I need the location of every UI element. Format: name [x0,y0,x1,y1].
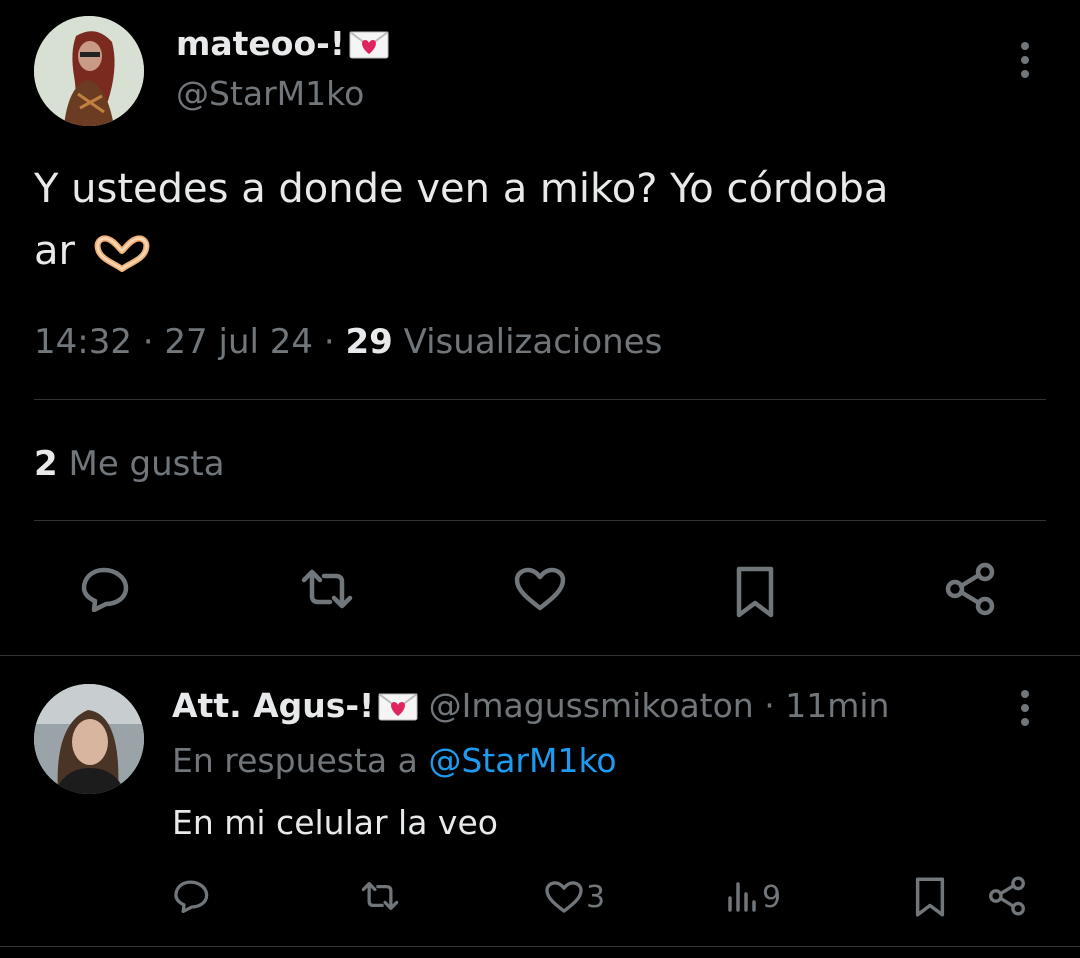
likes-stat[interactable]: 2 Me gusta [34,444,225,484]
reply-like-button[interactable]: 3 [544,876,605,918]
tweet-meta: 14:32 · 27 jul 24 · 29 Visualizaciones [34,322,662,362]
bottom-divider [0,946,1080,947]
reply-context: En respuesta a @StarM1ko [172,741,617,781]
tweet-text-line1: Y ustedes a donde ven a miko? Yo córdoba [34,166,889,212]
reply-avatar[interactable] [34,684,144,794]
meta-separator: · [142,322,154,362]
share-icon [989,876,1025,916]
views-icon [728,882,756,912]
reply-views-count: 9 [762,879,782,915]
bookmark-icon [736,566,774,618]
reply-header: Att. Agus-! @Imagussmikoaton · 11min [172,686,889,726]
envelope-heart-icon [349,28,389,58]
tweet-text-line2-wrap: ar [34,220,1054,282]
bookmark-icon [915,877,945,917]
retweet-icon [301,569,353,609]
avatar-image [34,684,144,794]
divider [34,520,1046,521]
divider [34,399,1046,400]
reply-text: En mi celular la veo [172,803,498,842]
tweet-more-button[interactable] [1010,40,1040,80]
heart-hands-icon [92,229,152,272]
author-avatar[interactable] [34,16,144,126]
reply-views-button[interactable]: 9 [726,876,781,918]
retweet-icon [361,882,399,910]
reply-retweet-button[interactable] [358,876,402,916]
reply-time[interactable]: 11min [785,686,889,725]
reply-to-link[interactable]: @StarM1ko [428,741,616,780]
share-icon [945,562,995,616]
tweet-date[interactable]: 27 jul 24 [164,322,313,362]
reply-bookmark-button[interactable] [910,874,950,920]
reply-more-button[interactable] [1010,688,1040,728]
author-handle[interactable]: @StarM1ko [176,74,364,114]
reply-share-button[interactable] [986,874,1028,918]
bookmark-button[interactable] [730,564,780,620]
reply-reply-button[interactable] [172,874,212,918]
reply-icon [174,880,209,913]
reply-icon [81,567,129,612]
section-divider [0,655,1080,656]
like-icon [514,567,566,611]
more-icon [1021,690,1029,726]
likes-label: Me gusta [68,444,225,484]
more-icon [1021,42,1029,78]
like-icon [545,881,583,913]
meta-separator: · [323,322,335,362]
views-count: 29 [345,322,393,362]
reply-author-name[interactable]: Att. Agus-! [172,686,374,725]
share-button[interactable] [942,562,998,616]
avatar-image [34,16,144,126]
reply-like-count: 3 [586,879,606,915]
reply-prefix: En respuesta a [172,741,418,780]
reply-separator: · [764,686,775,725]
tweet-text: Y ustedes a donde ven a miko? Yo córdoba… [34,158,1054,282]
views-label: Visualizaciones [403,322,663,362]
tweet-text-line2: ar [34,228,75,274]
reply-button[interactable] [76,564,136,614]
retweet-button[interactable] [295,564,359,614]
likes-count: 2 [34,444,58,484]
reply-author-handle[interactable]: @Imagussmikoaton [429,686,754,725]
tweet-time[interactable]: 14:32 [34,322,132,362]
author-name-text: mateoo-! [176,24,345,63]
author-name[interactable]: mateoo-! [176,24,389,64]
envelope-heart-icon [378,690,418,720]
like-button[interactable] [510,564,570,614]
